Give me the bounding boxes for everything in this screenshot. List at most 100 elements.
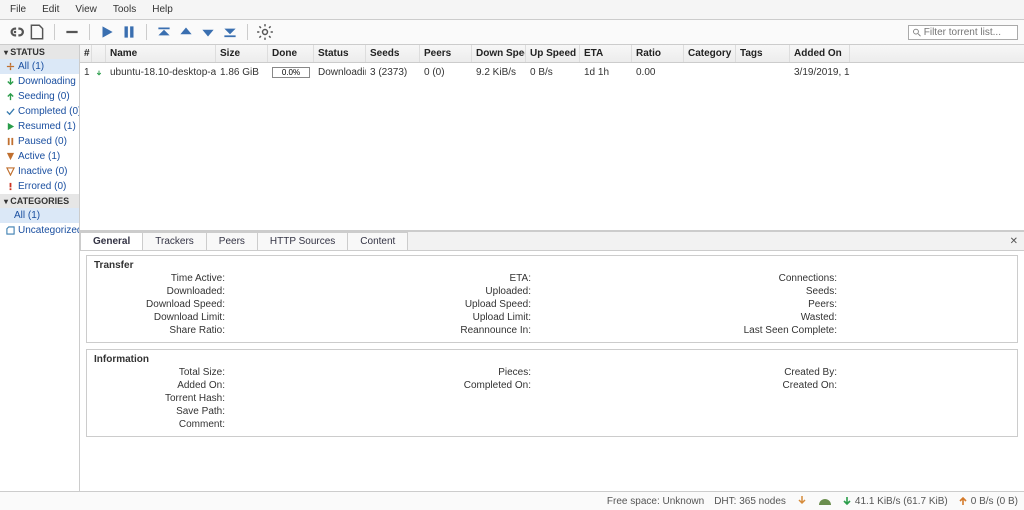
sidebar-item-label: Resumed (1) [18, 121, 76, 132]
sidebar-item-resumed[interactable]: Resumed (1) [0, 119, 79, 134]
col-peers[interactable]: Peers [420, 45, 472, 62]
lab-dl-speed: Download Speed: [95, 299, 225, 310]
lab-pieces: Pieces: [401, 367, 531, 378]
add-link-icon[interactable] [6, 23, 24, 41]
cell-peers: 0 (0) [420, 65, 472, 80]
move-bottom-icon[interactable] [221, 23, 239, 41]
resume-icon[interactable] [98, 23, 116, 41]
col-size[interactable]: Size [216, 45, 268, 62]
lab-uploaded: Uploaded: [401, 286, 531, 297]
torrent-table-header: # Name Size Done Status Seeds Peers Down… [80, 45, 1024, 63]
col-eta[interactable]: ETA [580, 45, 632, 62]
lab-created-on: Created On: [707, 380, 837, 391]
lab-reannounce: Reannounce In: [401, 325, 531, 336]
upload-icon [958, 496, 968, 506]
menu-file[interactable]: File [6, 2, 30, 17]
detail-tabs: General Trackers Peers HTTP Sources Cont… [80, 231, 1024, 251]
tab-general[interactable]: General [80, 232, 143, 250]
transfer-fieldset: Transfer Time Active: ETA: Connections: … [86, 255, 1018, 343]
tab-http-sources[interactable]: HTTP Sources [257, 232, 348, 250]
lab-dl-limit: Download Limit: [95, 312, 225, 323]
toolbar [0, 20, 1024, 45]
remove-icon[interactable] [63, 23, 81, 41]
status-alt-speed-icon[interactable] [818, 496, 832, 506]
move-up-icon[interactable] [177, 23, 195, 41]
col-seeds[interactable]: Seeds [366, 45, 420, 62]
col-num[interactable]: # [80, 45, 92, 62]
sidebar-item-completed[interactable]: Completed (0) [0, 104, 79, 119]
status-free-space: Free space: Unknown [607, 496, 704, 507]
sidebar-item-paused[interactable]: Paused (0) [0, 134, 79, 149]
menu-tools[interactable]: Tools [109, 2, 140, 17]
lab-ul-limit: Upload Limit: [401, 312, 531, 323]
col-up[interactable]: Up Speed [526, 45, 580, 62]
tab-content[interactable]: Content [347, 232, 408, 250]
lab-peers: Peers: [707, 299, 837, 310]
col-category[interactable]: Category [684, 45, 736, 62]
move-top-icon[interactable] [155, 23, 173, 41]
col-name[interactable]: Name [106, 45, 216, 62]
lab-seeds: Seeds: [707, 286, 837, 297]
tab-peers[interactable]: Peers [206, 232, 258, 250]
lab-created-by: Created By: [707, 367, 837, 378]
download-icon [96, 68, 102, 78]
col-added[interactable]: Added On [790, 45, 850, 62]
lab-hash: Torrent Hash: [95, 393, 225, 404]
sidebar-category-uncategorized[interactable]: Uncategorized (1) [0, 223, 79, 238]
cell-ratio: 0.00 [632, 65, 684, 80]
search-input[interactable] [924, 27, 1014, 38]
torrent-table-body: 1 ubuntu-18.10-desktop-amd64.iso 1.86 Gi… [80, 63, 1024, 231]
lab-ul-speed: Upload Speed: [401, 299, 531, 310]
move-down-icon[interactable] [199, 23, 217, 41]
menu-help[interactable]: Help [148, 2, 177, 17]
sidebar-item-all[interactable]: All (1) [0, 59, 79, 74]
sidebar-categories-header[interactable]: CATEGORIES [0, 194, 79, 208]
sidebar-item-label: Uncategorized (1) [18, 225, 80, 236]
col-tags[interactable]: Tags [736, 45, 790, 62]
col-ratio[interactable]: Ratio [632, 45, 684, 62]
separator [89, 24, 90, 40]
status-ul[interactable]: 0 B/s (0 B) [958, 496, 1018, 507]
lab-eta: ETA: [401, 273, 531, 284]
lab-wasted: Wasted: [707, 312, 837, 323]
search-box[interactable] [908, 25, 1018, 40]
sidebar-category-all[interactable]: All (1) [0, 208, 79, 223]
separator [54, 24, 55, 40]
pause-icon[interactable] [120, 23, 138, 41]
col-down[interactable]: Down Speed [472, 45, 526, 62]
sidebar-item-label: Completed (0) [18, 106, 80, 117]
torrent-row[interactable]: 1 ubuntu-18.10-desktop-amd64.iso 1.86 Gi… [80, 63, 1024, 82]
sidebar-status-header[interactable]: STATUS [0, 45, 79, 59]
detail-close-icon[interactable]: ✕ [1004, 234, 1024, 249]
sidebar-item-label: Paused (0) [18, 136, 67, 147]
menu-view[interactable]: View [71, 2, 101, 17]
status-connection-icon[interactable] [796, 495, 808, 507]
sidebar: STATUS All (1) Downloading (1) Seeding (… [0, 45, 80, 491]
menu-edit[interactable]: Edit [38, 2, 63, 17]
lab-added-on: Added On: [95, 380, 225, 391]
sidebar-item-label: Errored (0) [18, 181, 66, 192]
cell-tags [736, 65, 790, 80]
tab-trackers[interactable]: Trackers [142, 232, 207, 250]
status-ul-text: 0 B/s (0 B) [971, 496, 1018, 507]
cell-state-icon [92, 65, 106, 80]
sidebar-item-inactive[interactable]: Inactive (0) [0, 164, 79, 179]
sidebar-item-active[interactable]: Active (1) [0, 149, 79, 164]
col-status[interactable]: Status [314, 45, 366, 62]
settings-icon[interactable] [256, 23, 274, 41]
add-file-icon[interactable] [28, 23, 46, 41]
col-done[interactable]: Done [268, 45, 314, 62]
status-dl[interactable]: 41.1 KiB/s (61.7 KiB) [842, 496, 948, 507]
lab-save-path: Save Path: [95, 406, 225, 417]
sidebar-item-downloading[interactable]: Downloading (1) [0, 74, 79, 89]
sidebar-item-label: Seeding (0) [18, 91, 70, 102]
menubar: File Edit View Tools Help [0, 0, 1024, 20]
sidebar-item-errored[interactable]: Errored (0) [0, 179, 79, 194]
cell-category [684, 65, 736, 80]
col-state-icon[interactable] [92, 45, 106, 62]
status-dl-text: 41.1 KiB/s (61.7 KiB) [855, 496, 948, 507]
sidebar-item-seeding[interactable]: Seeding (0) [0, 89, 79, 104]
cell-size: 1.86 GiB [216, 65, 268, 80]
lab-total-size: Total Size: [95, 367, 225, 378]
lab-comment: Comment: [95, 419, 225, 430]
